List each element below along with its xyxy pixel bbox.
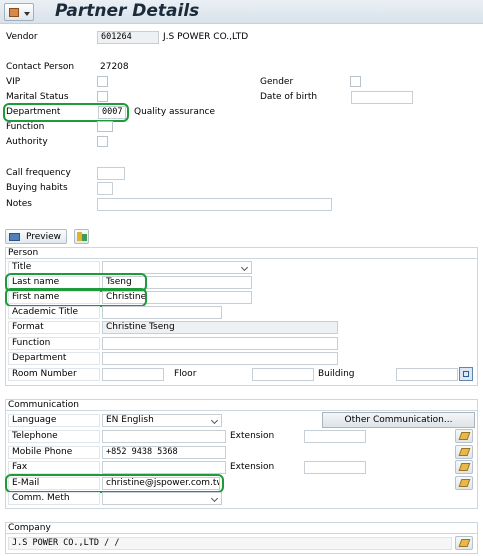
fax-extension-label: Extension	[230, 462, 275, 472]
fax-edit-icon[interactable]	[455, 460, 473, 474]
format-label: Format	[8, 321, 100, 334]
email-highlight	[5, 474, 224, 493]
room-number-field[interactable]	[102, 368, 164, 381]
settings-icon[interactable]	[74, 229, 89, 244]
floor-label: Floor	[174, 369, 197, 379]
telephone-field[interactable]	[102, 430, 226, 443]
other-communication-label: Other Communication...	[344, 415, 453, 425]
person-department-field[interactable]	[102, 352, 338, 365]
date-of-birth-field[interactable]	[351, 91, 413, 104]
communication-group-title: Communication	[5, 399, 478, 411]
language-select[interactable]: EN English	[102, 414, 222, 427]
marital-status-field[interactable]	[97, 91, 108, 102]
vip-checkbox[interactable]	[97, 76, 108, 87]
telephone-edit-icon[interactable]	[455, 429, 473, 443]
company-edit-icon[interactable]	[455, 536, 473, 550]
preview-label: Preview	[26, 232, 62, 242]
floor-field[interactable]	[252, 368, 314, 381]
comm-method-label: Comm. Meth	[8, 492, 100, 505]
fax-field[interactable]	[102, 461, 226, 474]
authority-label: Authority	[6, 137, 48, 147]
email-edit-icon[interactable]	[455, 476, 473, 490]
mobile-phone-label: Mobile Phone	[8, 446, 100, 459]
vendor-name: J.S POWER CO.,LTD	[163, 32, 249, 42]
building-field[interactable]	[396, 368, 458, 381]
building-label: Building	[318, 369, 355, 379]
telephone-extension-label: Extension	[230, 431, 275, 441]
notes-field[interactable]	[97, 198, 332, 211]
company-address-field: J.S POWER CO.,LTD / /	[8, 537, 452, 550]
building-lookup-icon[interactable]	[459, 367, 473, 381]
contact-person-label: Contact Person	[6, 62, 75, 72]
person-function-label: Function	[8, 337, 100, 350]
contact-person-value: 27208	[100, 62, 129, 72]
call-frequency-label: Call frequency	[6, 168, 71, 178]
vendor-number-field[interactable]: 601264	[97, 31, 159, 44]
preview-button[interactable]: Preview	[5, 229, 67, 244]
other-communication-button[interactable]: Other Communication...	[322, 412, 475, 428]
authority-checkbox[interactable]	[97, 136, 108, 147]
gender-label: Gender	[260, 77, 294, 87]
mobile-phone-edit-icon[interactable]	[455, 445, 473, 459]
vendor-label: Vendor	[6, 32, 38, 42]
call-frequency-field[interactable]	[97, 167, 125, 180]
comm-method-select[interactable]	[102, 492, 222, 505]
department-text: Quality assurance	[134, 107, 216, 117]
page-title: Partner Details	[55, 1, 200, 21]
first-name-highlight	[5, 288, 147, 307]
person-department-label: Department	[8, 352, 100, 365]
person-group-title: Person	[5, 247, 478, 259]
language-label: Language	[8, 414, 100, 427]
menu-icon[interactable]	[4, 3, 34, 21]
room-number-label: Room Number	[8, 368, 100, 381]
buying-habits-label: Buying habits	[6, 183, 68, 193]
telephone-label: Telephone	[8, 430, 100, 443]
printer-icon	[9, 233, 20, 241]
fax-extension-field[interactable]	[304, 461, 366, 474]
vip-label: VIP	[6, 77, 21, 87]
notes-label: Notes	[6, 199, 32, 209]
date-of-birth-label: Date of birth	[260, 92, 318, 102]
department-highlight	[3, 103, 129, 122]
telephone-extension-field[interactable]	[304, 430, 366, 443]
company-group-title: Company	[5, 522, 478, 534]
format-field: Christine Tseng	[102, 321, 338, 334]
academic-title-label: Academic Title	[8, 306, 100, 319]
function-field[interactable]	[97, 121, 113, 132]
buying-habits-field[interactable]	[97, 182, 113, 195]
mobile-phone-field[interactable]: +852 9438 5368	[102, 446, 226, 459]
academic-title-field[interactable]	[102, 306, 222, 319]
gender-field[interactable]	[350, 76, 361, 87]
person-function-field[interactable]	[102, 337, 338, 350]
fax-label: Fax	[8, 461, 100, 474]
function-label: Function	[6, 122, 45, 132]
